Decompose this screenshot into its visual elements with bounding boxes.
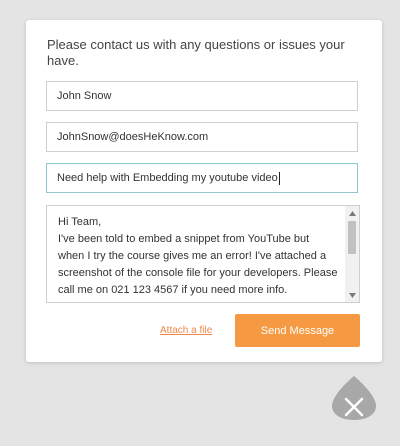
subject-field-value: Need help with Embedding my youtube vide… <box>57 172 278 184</box>
name-field-value: John Snow <box>57 90 112 102</box>
name-field[interactable]: John Snow <box>46 81 358 111</box>
form-intro-text: Please contact us with any questions or … <box>47 37 345 68</box>
close-icon <box>332 376 376 420</box>
email-field-value: JohnSnow@doesHeKnow.com <box>57 131 209 143</box>
email-field[interactable]: JohnSnow@doesHeKnow.com <box>46 122 358 152</box>
subject-field[interactable]: Need help with Embedding my youtube vide… <box>46 163 358 193</box>
attach-file-link[interactable]: Attach a file <box>160 325 212 336</box>
message-textarea[interactable]: Hi Team, I've been told to embed a snipp… <box>46 205 360 303</box>
close-button[interactable] <box>330 374 378 422</box>
send-message-button[interactable]: Send Message <box>235 314 360 347</box>
text-caret <box>278 171 280 185</box>
message-textarea-value: Hi Team, I've been told to embed a snipp… <box>58 216 338 296</box>
chevron-up-icon[interactable] <box>345 207 359 219</box>
contact-form-card: Please contact us with any questions or … <box>26 20 382 362</box>
scroll-thumb[interactable] <box>348 221 356 254</box>
message-scrollbar[interactable] <box>345 206 359 302</box>
chevron-down-icon[interactable] <box>345 289 359 301</box>
